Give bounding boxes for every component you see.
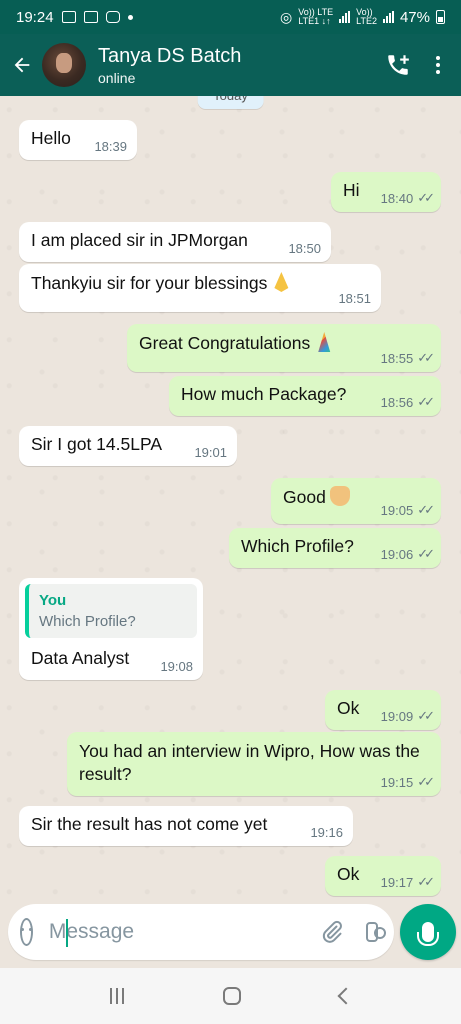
back-button[interactable] [4, 47, 40, 83]
message-bubble-incoming[interactable]: Sir I got 14.5LPA 19:01 [19, 426, 237, 466]
message-time: 19:06 [380, 546, 414, 562]
battery-icon [436, 10, 445, 24]
voice-message-button[interactable] [400, 904, 456, 960]
message-text: Thankyiu sir for your blessings [31, 273, 268, 293]
instagram-notification-icon [105, 11, 120, 23]
message-text: Good [283, 487, 326, 507]
message-time: 19:15 [380, 774, 414, 790]
message-time: 19:16 [310, 825, 343, 840]
message-bubble-outgoing[interactable]: Hi 18:40 ✓✓ [331, 172, 441, 212]
read-receipt-icon: ✓✓ [417, 394, 435, 409]
chat-title-block[interactable]: Tanya DS Batch online [98, 45, 241, 86]
avatar[interactable] [42, 43, 86, 87]
read-receipt-icon: ✓✓ [417, 350, 435, 365]
message-text: Sir the result has not come yet [31, 814, 268, 834]
signal2-icon [382, 11, 394, 23]
folded-hands-emoji-icon [274, 272, 289, 292]
chat-header: Tanya DS Batch online [0, 34, 461, 96]
read-receipt-icon: ✓✓ [417, 190, 435, 205]
add-call-icon [388, 55, 409, 75]
message-bubble-outgoing[interactable]: Ok 19:09 ✓✓ [325, 690, 441, 730]
add-call-button[interactable] [385, 52, 411, 78]
recent-apps-button[interactable] [109, 988, 124, 1004]
date-chip: Today [197, 96, 264, 109]
thumbs-up-emoji-icon [329, 486, 350, 506]
message-time: 18:50 [288, 241, 321, 256]
attach-button[interactable] [320, 918, 344, 946]
message-time: 18:55 [380, 350, 414, 366]
hotspot-icon: ◎ [280, 8, 293, 25]
message-bubble-incoming[interactable]: Thankyiu sir for your blessings 18:51 [19, 264, 381, 312]
paperclip-icon [322, 920, 342, 943]
message-bubble-incoming[interactable]: Hello 18:39 [19, 120, 137, 160]
camera-button[interactable] [365, 922, 387, 942]
read-receipt-icon: ✓✓ [417, 502, 435, 517]
message-bubble-outgoing[interactable]: Great Congratulations 18:55 ✓✓ [127, 324, 441, 372]
read-receipt-icon: ✓✓ [417, 708, 435, 723]
message-bubble-incoming[interactable]: Sir the result has not come yet 19:16 [19, 806, 353, 846]
read-receipt-icon: ✓✓ [417, 874, 435, 889]
text-cursor [66, 919, 68, 947]
emoji-button[interactable] [20, 918, 33, 946]
message-bubble-outgoing[interactable]: Which Profile? 19:06 ✓✓ [229, 528, 441, 568]
message-time: 19:17 [380, 874, 414, 890]
quote-author: You [39, 592, 67, 609]
gallery-notification-icon [61, 11, 76, 23]
message-time: 19:01 [194, 445, 227, 460]
message-bubble-outgoing[interactable]: Good 19:05 ✓✓ [271, 478, 441, 524]
message-text: Great Congratulations [139, 333, 311, 353]
chat-status: online [98, 69, 136, 86]
party-popper-emoji-icon [318, 332, 331, 352]
read-receipt-icon: ✓✓ [417, 546, 435, 561]
home-button[interactable] [222, 987, 241, 1005]
more-vertical-icon [436, 56, 440, 60]
status-bar: 19:24 ◎ Vo)) LTE LTE1 ↓↑ Vo)) LTE2 47% [0, 0, 461, 34]
status-time: 19:24 [16, 8, 54, 26]
facebook-notification-icon [83, 11, 98, 23]
message-time: 18:40 [380, 190, 414, 206]
lte1-indicator: Vo)) LTE LTE1 ↓↑ [298, 8, 333, 26]
signal1-icon [339, 11, 351, 23]
message-bubble-outgoing[interactable]: How much Package? 18:56 ✓✓ [169, 376, 441, 416]
message-text: I am placed sir in JPMorgan [31, 230, 248, 250]
more-notifications-icon [127, 14, 133, 20]
quoted-message[interactable]: You Which Profile? [25, 584, 197, 638]
lte1-line2: LTE1 ↓↑ [298, 16, 331, 26]
message-time: 18:56 [380, 394, 414, 410]
message-list[interactable]: Today Hello 18:39 Hi 18:40✓✓ I am placed… [0, 96, 461, 902]
message-time: 18:51 [338, 291, 371, 306]
message-input[interactable] [48, 920, 320, 944]
battery-percent: 47% [399, 8, 430, 26]
message-time: 19:05 [380, 502, 414, 518]
system-back-button[interactable] [337, 987, 354, 1005]
message-time: 19:08 [160, 659, 193, 674]
message-text: You had an interview in Wipro, How was t… [79, 741, 420, 784]
read-receipt-icon: ✓✓ [417, 774, 435, 789]
message-bubble-incoming[interactable]: I am placed sir in JPMorgan 18:50 [19, 222, 331, 262]
more-options-button[interactable] [433, 56, 443, 74]
lte2-line2: LTE2 [356, 16, 377, 26]
message-bubble-outgoing[interactable]: Ok 19:17 ✓✓ [325, 856, 441, 896]
microphone-icon [417, 922, 439, 946]
message-bubble-outgoing[interactable]: You had an interview in Wipro, How was t… [67, 732, 441, 796]
message-time: 19:09 [380, 708, 414, 724]
arrow-left-icon [14, 57, 30, 73]
message-time: 18:39 [94, 139, 127, 154]
quote-text: Which Profile? [39, 613, 136, 630]
system-navigation-bar [0, 968, 461, 1024]
message-composer [8, 904, 394, 960]
chat-title: Tanya DS Batch [98, 44, 242, 67]
message-bubble-incoming-reply[interactable]: You Which Profile? Data Analyst 19:08 [19, 578, 203, 680]
lte2-indicator: Vo)) LTE2 [356, 8, 377, 26]
